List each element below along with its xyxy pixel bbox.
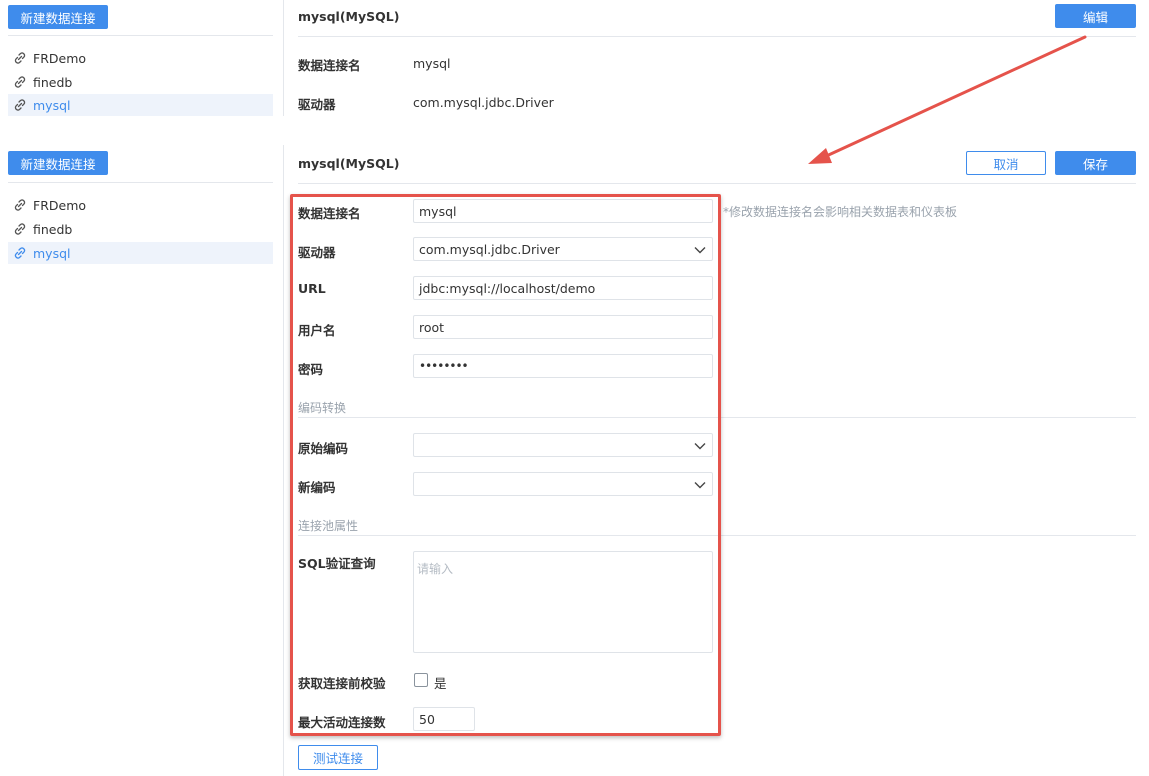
chevron-down-icon [694,443,706,450]
field-label: 数据连接名 [298,58,361,73]
chevron-down-icon [694,247,706,254]
link-icon [13,51,27,65]
new-encoding-label: 新编码 [298,480,336,495]
field-value: mysql [413,56,451,71]
connection-name-input[interactable]: mysql [413,199,713,223]
input-value: mysql [419,203,457,219]
sql-validation-textarea[interactable]: 请输入 [413,551,713,653]
connection-item-mysql-top[interactable]: mysql [8,94,273,116]
name-label: 数据连接名 [298,206,361,221]
validate-label: 获取连接前校验 [298,676,386,691]
connection-label: finedb [33,74,73,90]
connection-label: mysql [33,97,71,113]
new-encoding-select[interactable] [413,472,713,496]
field-value: com.mysql.jdbc.Driver [413,95,554,110]
connection-label: finedb [33,221,73,237]
textarea-placeholder: 请输入 [417,562,454,576]
validate-checkbox[interactable] [414,673,428,687]
connection-item-finedb[interactable]: finedb [8,218,273,240]
driver-select[interactable]: com.mysql.jdbc.Driver [413,237,713,261]
input-value: •••••••• [419,359,469,373]
page-title-top: mysql(MySQL) [298,9,400,24]
password-label: 密码 [298,362,324,377]
encoding-section-title: 编码转换 [298,401,347,415]
field-label: 驱动器 [298,97,336,112]
connection-item-mysql[interactable]: mysql [8,242,273,264]
connection-item-frdemo-top[interactable]: FRDemo [8,47,273,69]
link-icon [13,75,27,89]
driver-label: 驱动器 [298,245,336,260]
user-label: 用户名 [298,323,336,338]
pool-section-title: 连接池属性 [298,519,359,533]
orig-encoding-label: 原始编码 [298,441,349,456]
input-value: 50 [419,711,435,727]
validate-checkbox-label: 是 [434,676,447,691]
connection-item-frdemo[interactable]: FRDemo [8,194,273,216]
link-icon [13,222,27,236]
cancel-button[interactable]: 取消 [966,151,1046,175]
max-active-label: 最大活动连接数 [298,715,386,730]
username-input[interactable]: root [413,315,713,339]
annotation-arrow-icon [808,35,1087,164]
link-icon [13,198,27,212]
save-button[interactable]: 保存 [1055,151,1136,175]
connection-label: FRDemo [33,197,87,213]
edit-button[interactable]: 编辑 [1055,4,1136,28]
new-connection-button-top[interactable]: 新建数据连接 [8,5,108,29]
page-title: mysql(MySQL) [298,156,400,171]
select-value: com.mysql.jdbc.Driver [419,241,560,257]
url-input[interactable]: jdbc:mysql://localhost/demo [413,276,713,300]
link-icon [13,246,27,260]
new-connection-button[interactable]: 新建数据连接 [8,151,108,175]
name-hint: *修改数据连接名会影响相关数据表和仪表板 [723,205,958,219]
connection-item-finedb-top[interactable]: finedb [8,71,273,93]
chevron-down-icon [694,482,706,489]
connection-label: FRDemo [33,50,87,66]
max-active-input[interactable]: 50 [413,707,475,731]
link-icon [13,98,27,112]
url-label: URL [298,281,326,296]
input-value: root [419,319,445,335]
connection-label: mysql [33,245,71,261]
password-input[interactable]: •••••••• [413,354,713,378]
orig-encoding-select[interactable] [413,433,713,457]
test-connection-button[interactable]: 测试连接 [298,745,378,770]
input-value: jdbc:mysql://localhost/demo [419,280,596,296]
sql-label: SQL验证查询 [298,556,376,571]
